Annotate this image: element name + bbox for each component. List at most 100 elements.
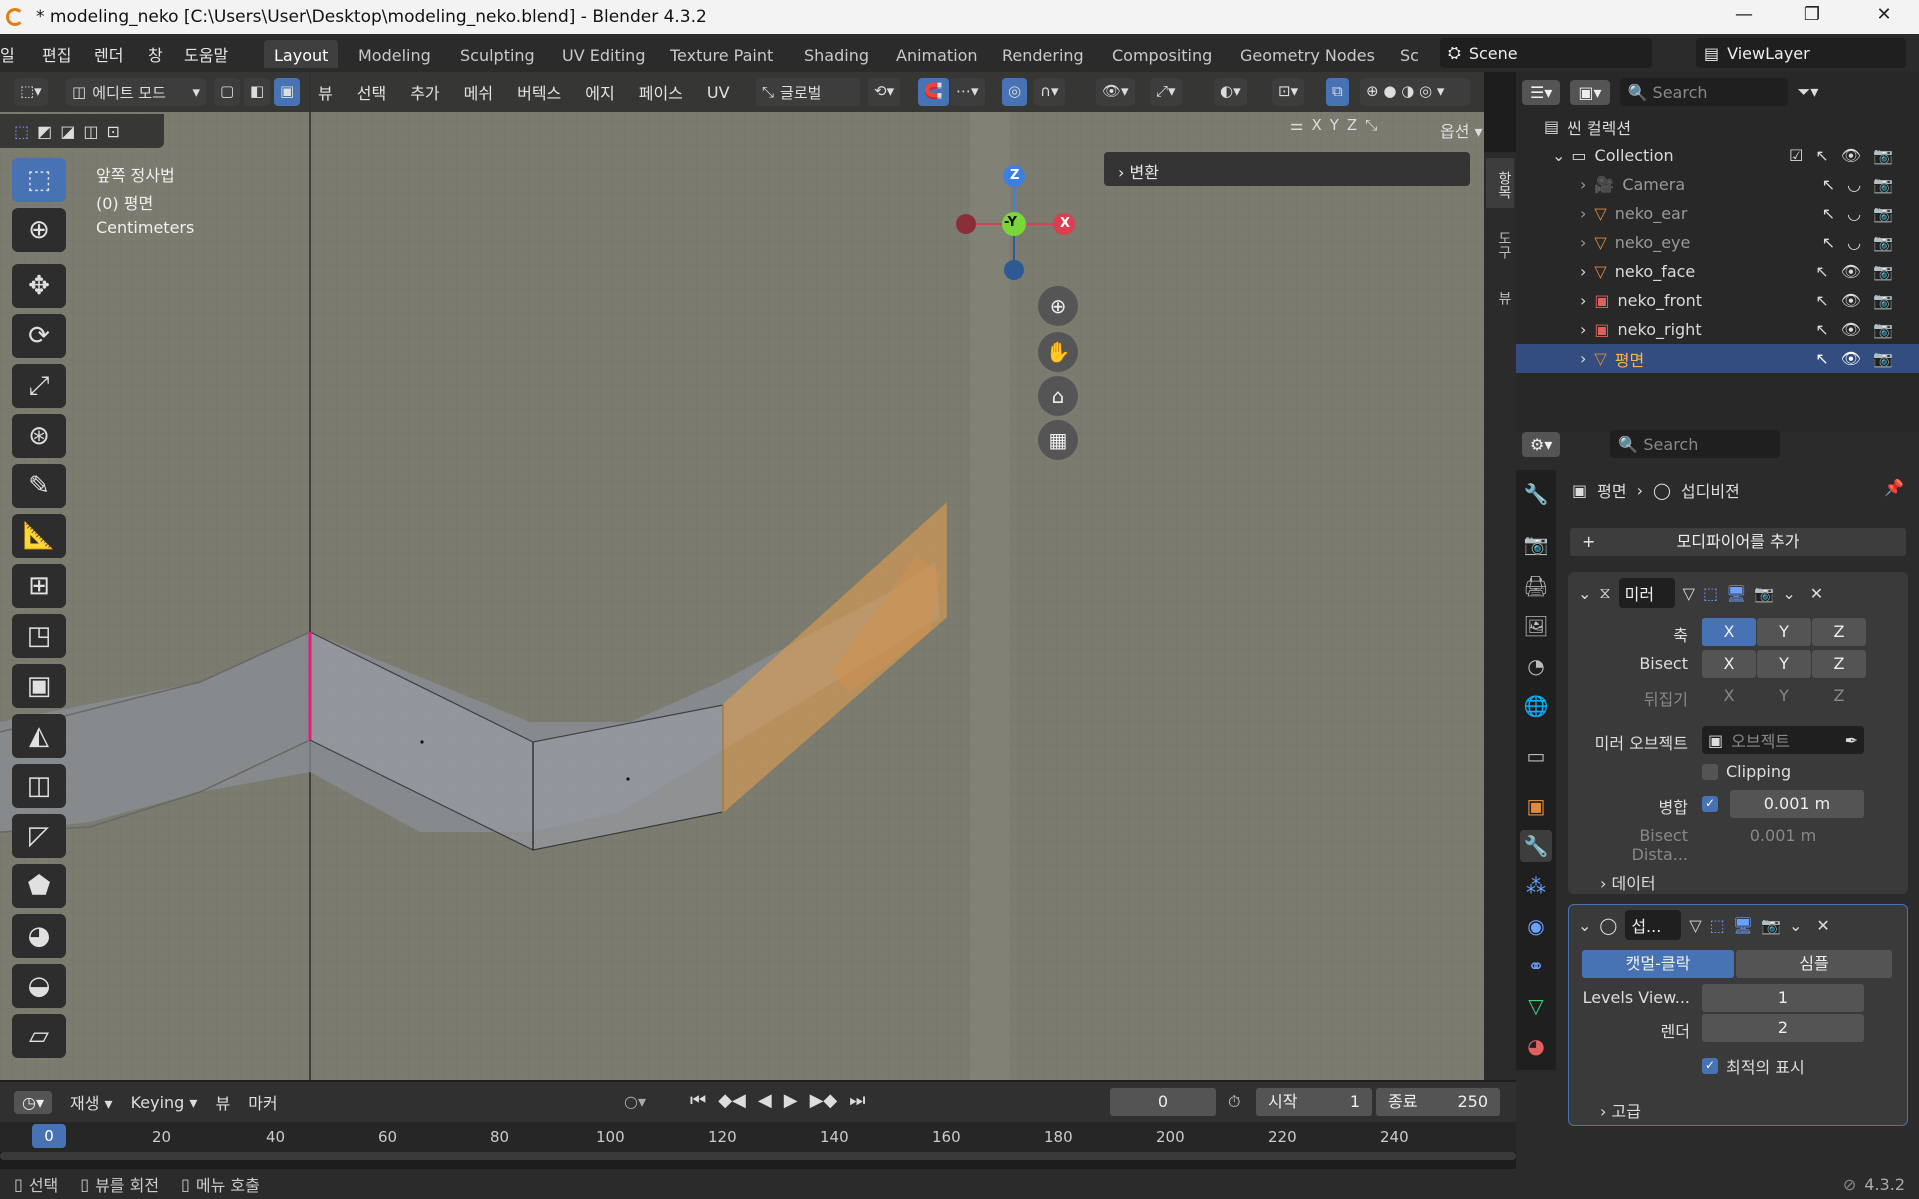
add-modifier-button[interactable]: + 모디파이어를 추가 [1570,528,1906,556]
remove-modifier-icon[interactable]: ✕ [1816,916,1829,935]
keying-menu[interactable]: Keying ▾ [131,1093,198,1112]
material-tab-icon[interactable]: ◕ [1520,1030,1552,1062]
gizmo-z-label[interactable]: Z [1010,168,1019,183]
chevron-right-icon[interactable]: › [1580,204,1586,223]
mesh-overlay-icon[interactable]: ⊡▾ [1272,78,1305,106]
falloff-icon[interactable]: ∩▾ [1034,78,1065,106]
transform-icon[interactable]: ⊛ [12,414,66,458]
poly-build-icon[interactable]: ⬟ [12,864,66,908]
axis-y-button[interactable]: Y [1757,618,1811,646]
menu-mesh[interactable]: 메쉬 [464,80,493,104]
menu-edge[interactable]: 에지 [585,80,614,104]
scale-icon[interactable]: ⤢ [12,364,66,408]
render-tab-icon[interactable]: 📷 [1520,528,1552,560]
outliner-item-neko-front[interactable]: › ▣ neko_front ↖👁📷 [1516,286,1919,315]
visibility-icon[interactable]: 👁▾ [1096,78,1135,106]
particles-tab-icon[interactable]: ⁂ [1520,870,1552,902]
subsurf-name-field[interactable]: 섭... [1625,910,1682,940]
row-toggles[interactable]: ↖◡📷 [1822,204,1905,223]
outliner-editor-icon[interactable]: ☰▾ [1522,79,1561,105]
tool-tab-icon[interactable]: 🔧 [1520,478,1552,510]
chevron-right-icon[interactable]: › [1580,233,1586,252]
next-keyframe-icon[interactable]: ▶◆ [810,1090,838,1111]
options-dropdown[interactable]: 옵션 ▾ [1440,118,1483,142]
chevron-right-icon[interactable]: › [1580,349,1586,368]
clipping-checkbox-row[interactable]: Clipping [1702,762,1791,781]
outliner-item-neko-eye[interactable]: › ▽ neko_eye ↖◡📷 [1516,228,1919,257]
cage-toggle-icon[interactable]: ⬚ [1710,916,1725,935]
select-intersect-icon[interactable]: ⊡ [107,122,120,141]
select-extend-icon[interactable]: ◩ [37,122,52,141]
zoom-icon[interactable]: ⊕ [1038,286,1078,326]
edge-select-icon[interactable]: ◧ [244,78,271,106]
filter-icon[interactable]: ⏷▾ [1798,82,1819,102]
cage-toggle-icon[interactable]: ⬚ [1703,584,1718,603]
outliner-item-camera[interactable]: › 🎥 Camera ↖◡📷 [1516,170,1919,199]
scene-collection-row[interactable]: ▤ 씬 컬렉션 [1516,112,1919,141]
menu-help[interactable]: 도움말 [184,42,228,66]
play-icon[interactable]: ▶ [784,1090,798,1111]
row-toggles[interactable]: ↖◡📷 [1822,175,1905,194]
auto-key-icon[interactable]: ○▾ [624,1092,646,1111]
playback-menu[interactable]: 재생 ▾ [70,1090,113,1114]
marker-menu[interactable]: 마커 [248,1090,277,1114]
tab-rendering[interactable]: Rendering [992,40,1094,68]
spin-icon[interactable]: ◕ [12,914,66,958]
render-toggle-icon[interactable]: 📷 [1761,916,1781,935]
cursor-icon[interactable]: ⊕ [12,208,66,252]
ortho-grid-icon[interactable]: ▦ [1038,420,1078,460]
gizmo-toggle-icon[interactable]: ⤢▾ [1150,78,1182,106]
data-tab-icon[interactable]: ▽ [1520,990,1552,1022]
row-toggles[interactable]: ↖👁📷 [1815,291,1905,310]
measure-icon[interactable]: 📐 [12,514,66,558]
display-mode-icon[interactable]: ▣▾ [1570,79,1610,105]
viewport-toggle-icon[interactable]: 🖥 [1733,916,1753,935]
gizmo-x-label[interactable]: X [1060,216,1070,231]
chevron-right-icon[interactable]: › [1580,262,1586,281]
edit-mode-toggle-icon[interactable]: ▽ [1683,584,1695,603]
shear-icon[interactable]: ▱ [12,1014,66,1058]
pin-icon[interactable]: 📌 [1884,478,1904,497]
tab-scripting[interactable]: Sc [1390,40,1426,68]
tab-texture-paint[interactable]: Texture Paint [660,40,783,68]
flip-y-button[interactable]: Y [1757,682,1811,710]
catmull-clark-button[interactable]: 캣멀-클락 [1582,950,1734,978]
select-invert-icon[interactable]: ◫ [83,122,98,141]
menu-add[interactable]: 추가 [410,80,439,104]
mirror-y[interactable]: Y [1330,116,1339,134]
output-tab-icon[interactable]: 🖨 [1520,570,1552,602]
current-frame-field[interactable]: 0 [1110,1088,1216,1116]
row-toggles[interactable]: ↖👁📷 [1815,320,1905,339]
collection-toggles[interactable]: ☑↖👁📷 [1789,146,1905,165]
render-levels-field[interactable]: 2 [1702,1014,1864,1042]
tab-animation[interactable]: Animation [886,40,988,68]
tab-compositing[interactable]: Compositing [1102,40,1222,68]
menu-file[interactable]: 일 [0,42,15,66]
outliner-item-neko-ear[interactable]: › ▽ neko_ear ↖◡📷 [1516,199,1919,228]
end-frame-field[interactable]: 종료 250 [1376,1088,1500,1116]
proportional-edit-icon[interactable]: ◎ [1002,78,1028,106]
tab-modeling[interactable]: Modeling [348,40,441,68]
chevron-right-icon[interactable]: › [1580,320,1586,339]
add-cube-icon[interactable]: ⊞ [12,564,66,608]
select-subtract-icon[interactable]: ◪ [60,122,75,141]
snap-icon[interactable]: 🧲 [918,78,949,106]
remove-modifier-icon[interactable]: ✕ [1810,584,1823,603]
tab-geometry-nodes[interactable]: Geometry Nodes [1230,40,1385,68]
row-toggles[interactable]: ↖👁📷 [1815,349,1905,368]
outliner-item-neko-face[interactable]: › ▽ neko_face ↖👁📷 [1516,257,1919,286]
properties-editor-icon[interactable]: ⚙▾ [1522,431,1561,457]
flip-z-button[interactable]: Z [1812,682,1866,710]
start-frame-field[interactable]: 시작 1 [1256,1088,1372,1116]
editor-type-button[interactable]: ⬚▾ [14,78,48,106]
menu-select[interactable]: 선택 [357,80,386,104]
menu-uv[interactable]: UV [707,83,730,102]
axis-z-button[interactable]: Z [1812,618,1866,646]
scene-selector[interactable]: ⛭ Scene [1440,38,1652,68]
object-tab-icon[interactable]: ▣ [1520,790,1552,822]
bisect-x-button[interactable]: X [1702,650,1756,678]
restore-button[interactable]: ❐ [1792,4,1832,30]
tab-layout[interactable]: Layout [264,40,339,68]
tab-shading[interactable]: Shading [794,40,879,68]
bisect-distance-field[interactable]: 0.001 m [1702,822,1864,850]
